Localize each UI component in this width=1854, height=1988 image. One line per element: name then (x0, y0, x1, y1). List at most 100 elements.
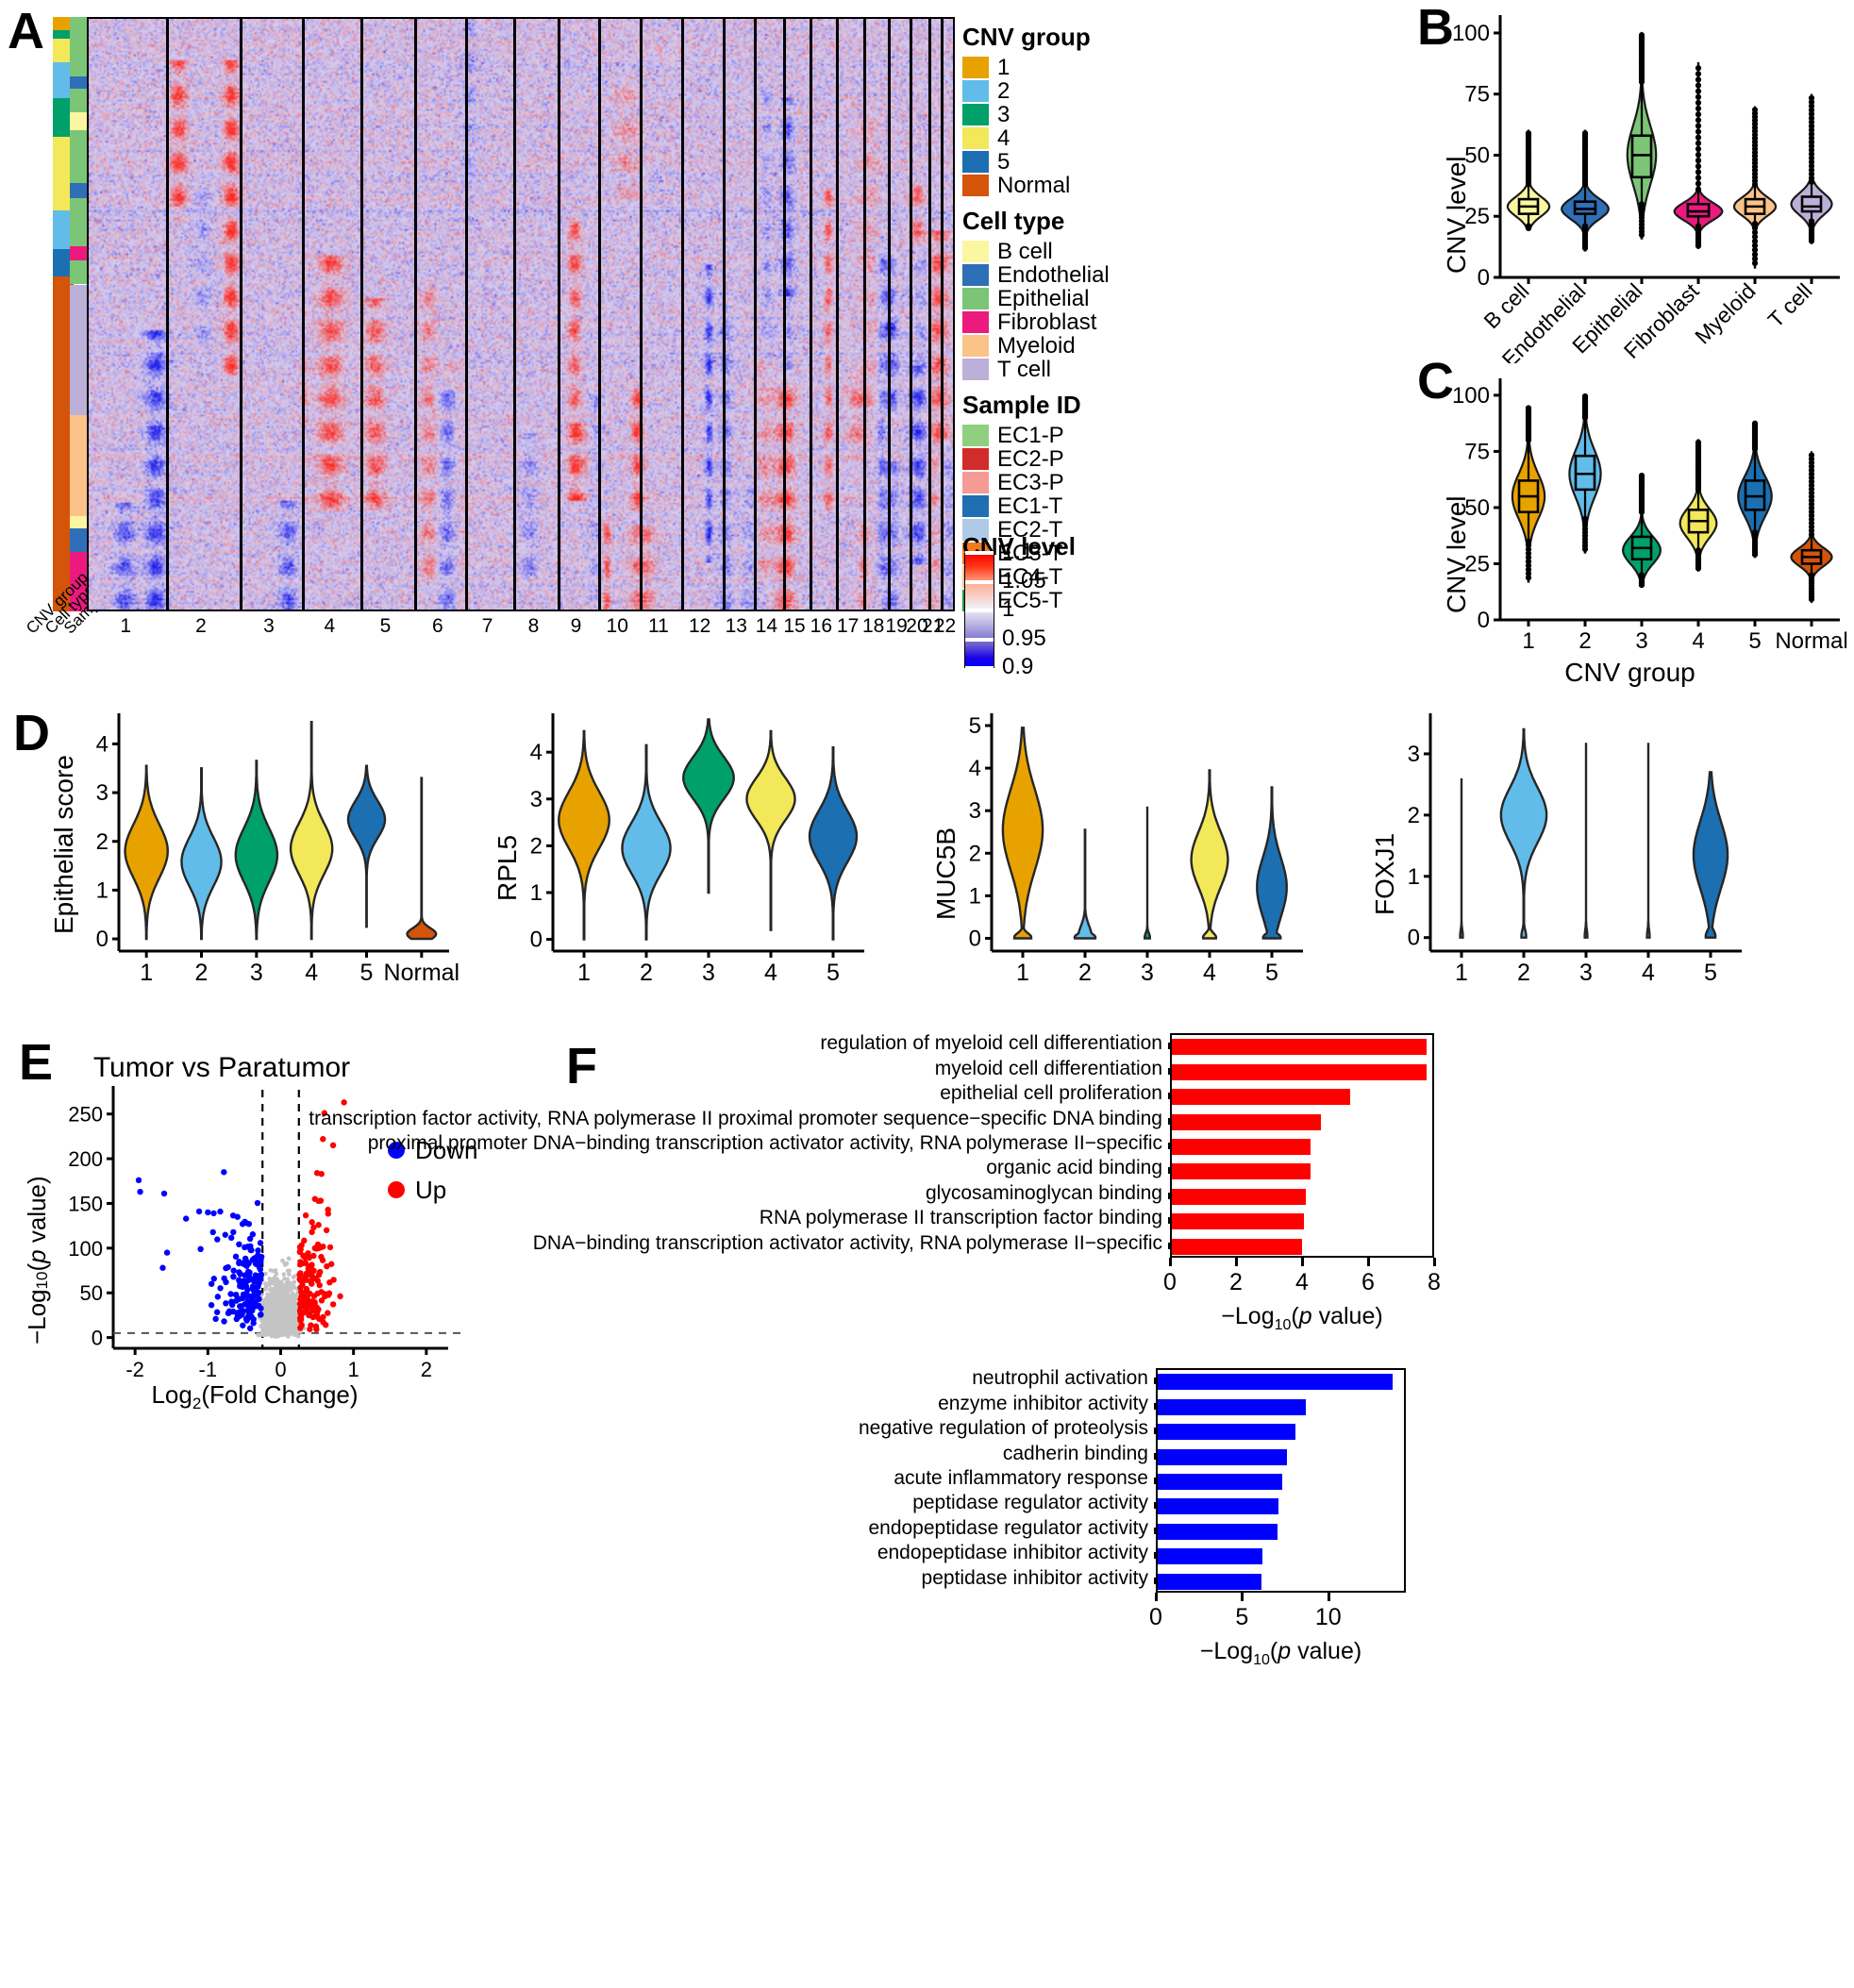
legend-item[interactable]: Normal (962, 174, 1189, 197)
legend-item[interactable]: T cell (962, 358, 1189, 381)
go-row-tick (1168, 1067, 1171, 1075)
x-tick-label: 1 (140, 960, 153, 986)
x-tick (1367, 1258, 1370, 1266)
chromosome-separator (557, 19, 560, 610)
go-term-label: endopeptidase inhibitor activity (877, 1542, 1148, 1564)
nonsignificant-point (279, 1282, 285, 1287)
violin-shape (1499, 727, 1548, 939)
chromosome-tick-label: 7 (481, 615, 493, 637)
down-point (245, 1277, 252, 1284)
chromosome-tick-label: 1 (120, 615, 131, 637)
legend-item[interactable]: 5 (962, 150, 1189, 174)
up-point (297, 1317, 304, 1324)
down-point (214, 1236, 221, 1243)
down-point (255, 1252, 261, 1259)
nonsignificant-point (284, 1261, 290, 1266)
legend-item[interactable]: EC5-T (962, 589, 1189, 612)
legend-item[interactable]: EC1-P (962, 424, 1189, 447)
legend-label: Endothelial (997, 261, 1110, 288)
x-tick (1241, 1593, 1244, 1601)
down-point (256, 1263, 263, 1271)
legend-label: T cell (997, 356, 1051, 382)
legend-item[interactable]: Epithelial (962, 287, 1189, 310)
y-tick-label: 5 (969, 713, 981, 739)
panel-d-rpl5: RPL5 0123412345 (472, 698, 896, 1000)
down-point (257, 1240, 264, 1246)
nonsignificant-point (266, 1295, 272, 1301)
x-tick-label: 6 (1361, 1269, 1375, 1295)
x-tick-label: 2 (1578, 628, 1591, 654)
legend-item[interactable]: EC2-P (962, 447, 1189, 471)
legend-label: Fibroblast (997, 309, 1097, 335)
chromosome-separator (754, 19, 757, 610)
legend-label: 1 (997, 54, 1011, 80)
go-row-tick (1168, 1093, 1171, 1100)
go-term-label: enzyme inhibitor activity (938, 1392, 1148, 1414)
legend-item[interactable]: B cell (962, 240, 1189, 263)
nonsignificant-point (276, 1288, 280, 1294)
legend-item[interactable]: Fibroblast (962, 310, 1189, 334)
panel-d-epithelial-score: Epithelial score 0 1 2 3 4 1 2 3 4 5 Normal (28, 698, 462, 1000)
violin-shape (1583, 743, 1589, 939)
legend-item[interactable]: EC3-P (962, 471, 1189, 494)
y-tick-label: 0 (92, 1327, 103, 1350)
legend-label-up: Up (415, 1176, 446, 1204)
panel-f-up-plot-frame (1170, 1033, 1434, 1258)
down-point (246, 1235, 254, 1243)
legend-swatch (962, 80, 989, 102)
up-point (323, 1227, 330, 1234)
x-tick-label: 2 (195, 960, 209, 986)
go-row-tick (1154, 1527, 1157, 1534)
legend-item[interactable]: Endothelial (962, 263, 1189, 287)
down-point (247, 1325, 254, 1332)
legend-item[interactable]: EC1-T (962, 494, 1189, 518)
go-row-tick (1154, 1452, 1157, 1460)
go-term-label: cadherin binding (1002, 1442, 1148, 1464)
down-point (243, 1262, 250, 1269)
chromosome-tick-label: 9 (570, 615, 582, 637)
legend-swatch (962, 448, 989, 470)
down-point (214, 1294, 222, 1300)
down-point (257, 1311, 264, 1318)
go-term-label: peptidase inhibitor activity (921, 1566, 1148, 1589)
y-tick-label: 50 (80, 1281, 103, 1305)
x-tick-label: 4 (1295, 1269, 1309, 1295)
colorbar-tick-mark (965, 609, 994, 612)
nonsignificant-point (267, 1282, 272, 1287)
legend-item[interactable]: 1 (962, 56, 1189, 79)
legend-item[interactable]: 4 (962, 126, 1189, 150)
up-point (309, 1219, 315, 1226)
nonsignificant-point (283, 1286, 288, 1292)
x-tick-label: 2 (1517, 960, 1530, 986)
down-point (245, 1313, 252, 1321)
x-tick-label: 5 (827, 960, 840, 986)
go-term-bar (1158, 1523, 1278, 1540)
down-point (236, 1259, 242, 1265)
x-tick-label: 5 (360, 960, 374, 986)
x-tick-label: Normal (1775, 628, 1847, 654)
up-point (311, 1195, 318, 1202)
up-point (315, 1222, 322, 1228)
go-row-tick (1154, 1402, 1157, 1410)
legend-swatch (962, 495, 989, 517)
legend-item[interactable]: 3 (962, 103, 1189, 126)
chromosome-separator (360, 19, 364, 610)
y-tick-label: 0 (1478, 265, 1490, 291)
x-tick-label: Myeloid (1690, 278, 1760, 348)
x-tick-label: 2 (1078, 960, 1092, 986)
chromosome-tick-label: 13 (725, 615, 747, 637)
nonsignificant-point (256, 1332, 261, 1338)
down-point (223, 1300, 229, 1307)
violin-shape (682, 718, 735, 894)
up-point (316, 1268, 324, 1276)
y-tick-label: 2 (530, 833, 543, 859)
x-tick-label: 1 (1455, 960, 1468, 986)
up-point (325, 1310, 331, 1316)
go-row-tick (1168, 1117, 1171, 1125)
legend-item[interactable]: Myeloid (962, 334, 1189, 358)
up-point (326, 1244, 334, 1251)
nonsignificant-point (282, 1277, 287, 1281)
go-term-bar (1172, 1163, 1311, 1180)
legend-item[interactable]: 2 (962, 79, 1189, 103)
legend-item[interactable]: EC4-T (962, 565, 1189, 589)
